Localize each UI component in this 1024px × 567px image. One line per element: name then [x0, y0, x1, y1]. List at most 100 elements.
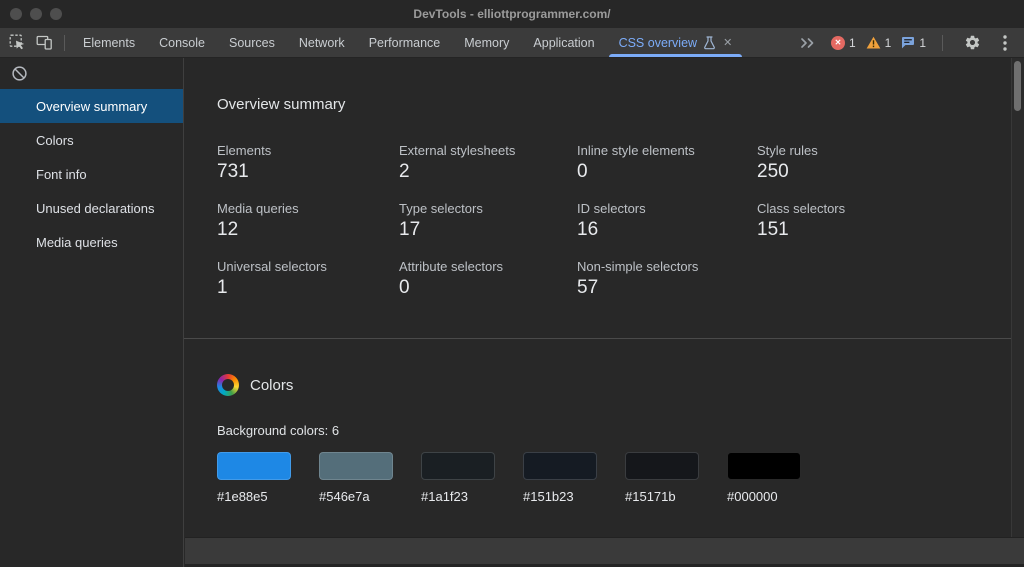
colors-section-header: Colors — [217, 374, 1011, 396]
settings-button[interactable] — [959, 30, 986, 56]
tab-label: Performance — [368, 35, 441, 50]
tab-application[interactable]: Application — [521, 28, 606, 57]
color-swatch-item: #000000 — [727, 452, 801, 504]
tab-sources[interactable]: Sources — [217, 28, 287, 57]
color-wheel-icon — [217, 374, 239, 396]
color-swatch-item: #1e88e5 — [217, 452, 291, 504]
sidebar-item-label: Unused declarations — [36, 200, 155, 216]
warning-badge[interactable]: 1 — [866, 36, 891, 50]
inspect-icon — [9, 34, 25, 50]
clear-overview-button[interactable] — [11, 65, 28, 82]
color-swatch-item: #1a1f23 — [421, 452, 495, 504]
error-badge[interactable]: ✕ 1 — [830, 35, 856, 50]
minimize-window-button[interactable] — [30, 8, 42, 20]
tab-network[interactable]: Network — [287, 28, 357, 57]
more-tabs-button[interactable] — [794, 30, 821, 56]
sidebar-toolbar — [0, 58, 183, 89]
block-icon — [12, 66, 27, 81]
vertical-scrollbar[interactable] — [1011, 58, 1024, 567]
tab-label: Memory — [464, 35, 510, 50]
bottom-toolbar-strip — [185, 537, 1024, 564]
color-hex-label: #1a1f23 — [421, 489, 468, 504]
sidebar-item-label: Overview summary — [36, 98, 148, 114]
sidebar-item-media-queries[interactable]: Media queries — [0, 225, 183, 259]
color-hex-label: #000000 — [727, 489, 778, 504]
color-swatch[interactable] — [319, 452, 393, 480]
error-count: 1 — [848, 35, 856, 50]
css-overview-sidebar: Overview summary Colors Font info Unused… — [0, 58, 184, 567]
toolbar-divider — [64, 34, 65, 51]
tab-active-underline — [608, 54, 743, 57]
color-hex-label: #1e88e5 — [217, 489, 268, 504]
color-hex-label: #15171b — [625, 489, 676, 504]
tab-performance[interactable]: Performance — [357, 28, 453, 57]
color-hex-label: #151b23 — [523, 489, 574, 504]
stat-elements: Elements 731 — [217, 143, 272, 182]
tab-elements[interactable]: Elements — [71, 28, 147, 57]
stat-non-simple-selectors: Non-simple selectors 57 — [577, 259, 699, 298]
window-title: DevTools - elliottprogrammer.com/ — [413, 7, 611, 21]
close-window-button[interactable] — [10, 8, 22, 20]
color-swatch[interactable] — [727, 452, 801, 480]
issues-count: 1 — [919, 35, 926, 50]
sidebar-item-overview-summary[interactable]: Overview summary — [0, 89, 183, 123]
devtools-toolbar: Elements Console Sources Network Perform… — [0, 28, 1024, 58]
zoom-window-button[interactable] — [50, 8, 62, 20]
sidebar-item-label: Media queries — [36, 234, 118, 250]
overview-summary-section: Overview summary Elements 731 External st… — [184, 58, 1011, 339]
section-title: Colors — [250, 376, 294, 394]
sidebar-item-label: Font info — [36, 166, 87, 182]
tab-label: Sources — [228, 35, 275, 50]
close-tab-icon[interactable]: ✕ — [723, 36, 732, 49]
devtools-window: DevTools - elliottprogrammer.com/ Elemen… — [0, 0, 1024, 567]
stat-universal-selectors: Universal selectors 1 — [217, 259, 327, 298]
section-title: Overview summary — [217, 96, 346, 113]
stat-type-selectors: Type selectors 17 — [399, 201, 483, 240]
stat-attribute-selectors: Attribute selectors 0 — [399, 259, 504, 298]
sidebar-item-colors[interactable]: Colors — [0, 123, 183, 157]
color-swatch[interactable] — [523, 452, 597, 480]
tab-label: CSS overview — [618, 35, 698, 50]
stat-media-queries: Media queries 12 — [217, 201, 299, 240]
stat-inline-style-elements: Inline style elements 0 — [577, 143, 695, 182]
color-hex-label: #546e7a — [319, 489, 370, 504]
color-swatch[interactable] — [625, 452, 699, 480]
colors-section: Colors Background colors: 6 #1e88e5 #546… — [184, 339, 1011, 504]
inspect-element-button[interactable] — [4, 30, 31, 56]
tab-label: Application — [533, 35, 595, 50]
tab-console[interactable]: Console — [147, 28, 217, 57]
stat-external-stylesheets: External stylesheets 2 — [399, 143, 516, 182]
tab-memory[interactable]: Memory — [452, 28, 521, 57]
tab-css-overview[interactable]: CSS overview ✕ — [607, 28, 745, 57]
scrollbar-thumb[interactable] — [1014, 61, 1021, 111]
css-overview-content: Overview summary Elements 731 External st… — [184, 58, 1011, 567]
stat-class-selectors: Class selectors 151 — [757, 201, 846, 240]
sidebar-item-font-info[interactable]: Font info — [0, 157, 183, 191]
toolbar-right-cluster: ✕ 1 1 1 — [794, 30, 1018, 56]
css-overview-panel: Overview summary Colors Font info Unused… — [0, 58, 1024, 567]
kebab-menu-icon — [1003, 34, 1007, 51]
sidebar-item-label: Colors — [36, 132, 74, 148]
error-icon: ✕ — [830, 35, 845, 50]
tab-label: Elements — [83, 35, 136, 50]
traffic-lights — [10, 8, 62, 20]
device-toolbar-icon — [36, 35, 52, 50]
device-toolbar-button[interactable] — [31, 30, 58, 56]
stat-id-selectors: ID selectors 16 — [577, 201, 646, 240]
color-swatch[interactable] — [217, 452, 291, 480]
chevron-double-right-icon — [801, 37, 814, 48]
tab-label: Console — [159, 35, 205, 50]
window-titlebar: DevTools - elliottprogrammer.com/ — [0, 0, 1024, 28]
color-swatch[interactable] — [421, 452, 495, 480]
sidebar-item-unused-declarations[interactable]: Unused declarations — [0, 191, 183, 225]
toolbar-divider — [942, 34, 943, 51]
experiment-flask-icon — [704, 35, 715, 49]
color-swatch-item: #151b23 — [523, 452, 597, 504]
color-swatch-item: #546e7a — [319, 452, 393, 504]
summary-stats-grid: Elements 731 External stylesheets 2 Inline… — [217, 143, 1011, 299]
devtools-menu-button[interactable] — [996, 30, 1014, 56]
issues-message-icon — [902, 37, 915, 49]
color-swatch-item: #15171b — [625, 452, 699, 504]
issues-badge[interactable]: 1 — [901, 36, 926, 50]
warning-icon — [866, 36, 880, 49]
